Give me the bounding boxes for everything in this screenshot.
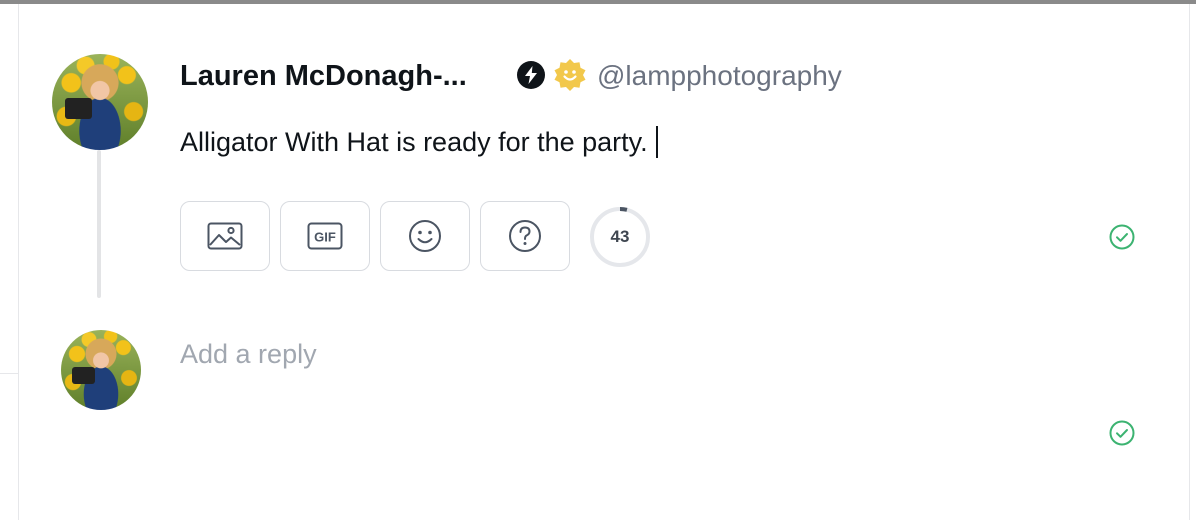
add-image-button[interactable] [180, 201, 270, 271]
check-circle-icon [1109, 420, 1135, 446]
help-icon [509, 220, 541, 252]
avatar-camera [72, 366, 95, 385]
help-button[interactable] [480, 201, 570, 271]
add-gif-button[interactable]: GIF [280, 201, 370, 271]
post-text: Alligator With Hat is ready for the part… [180, 127, 648, 157]
avatar[interactable] [52, 54, 148, 150]
author-handle[interactable]: @lampphotography [597, 58, 842, 94]
avatar-camera [65, 98, 93, 120]
divider [0, 373, 18, 374]
reply-avatar[interactable] [61, 330, 141, 410]
gif-label: GIF [314, 230, 336, 245]
bolt-icon [517, 61, 545, 89]
reply-input[interactable] [180, 334, 1080, 374]
check-circle-icon [1109, 224, 1135, 250]
thread-connector-line [97, 150, 101, 298]
verified-badge-icon [553, 58, 587, 92]
gif-icon: GIF [307, 222, 343, 250]
text-caret [655, 126, 658, 158]
add-emoji-button[interactable] [380, 201, 470, 271]
author-name[interactable]: Lauren McDonagh-... [180, 58, 467, 94]
image-icon [207, 222, 243, 250]
character-count: 43 [610, 227, 630, 246]
emoji-icon [409, 220, 441, 252]
post-text-editor[interactable]: Alligator With Hat is ready for the part… [180, 123, 658, 161]
